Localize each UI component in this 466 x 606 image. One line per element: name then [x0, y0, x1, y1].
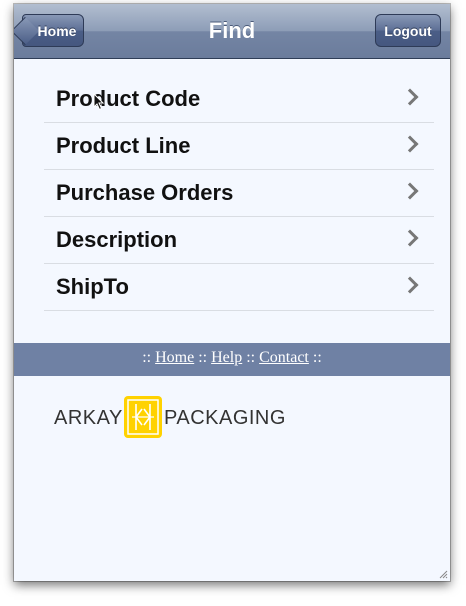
mouse-cursor-icon — [93, 93, 105, 111]
chevron-right-icon — [401, 276, 419, 294]
chevron-right-icon — [401, 88, 419, 106]
footer-contact-link[interactable]: Contact — [259, 349, 309, 366]
footer-separator: :: — [194, 349, 212, 366]
logo-word-packaging: PACKAGING — [164, 407, 286, 429]
footer-separator: :: — [242, 349, 260, 366]
footer-help-link[interactable]: Help — [211, 349, 242, 366]
toolbar: Home Find Logout — [14, 4, 450, 59]
menu-item-label: ShipTo — [56, 274, 129, 299]
app-window: Home Find Logout Product Code Product Li… — [14, 4, 450, 581]
footer-separator: :: — [142, 349, 156, 366]
arkay-packaging-logo: ARKAY PACKAGING — [54, 396, 354, 440]
footer-separator: :: — [308, 349, 322, 366]
menu-item-label: Product Code — [56, 86, 201, 111]
find-menu: Product Code Product Line Purchase Order… — [44, 76, 434, 311]
logo-mark-icon — [124, 396, 162, 438]
menu-item-label: Purchase Orders — [56, 180, 234, 205]
menu-item-description[interactable]: Description — [44, 217, 434, 264]
menu-item-shipto[interactable]: ShipTo — [44, 264, 434, 311]
footer-nav: :: Home :: Help :: Contact :: — [14, 343, 450, 376]
chevron-right-icon — [401, 135, 419, 153]
menu-item-label: Description — [56, 227, 178, 252]
logo-word-arkay: ARKAY — [54, 407, 123, 429]
menu-item-purchase-orders[interactable]: Purchase Orders — [44, 170, 434, 217]
chevron-right-icon — [401, 229, 419, 247]
footer-home-link[interactable]: Home — [155, 349, 194, 366]
chevron-right-icon — [401, 182, 419, 200]
menu-item-label: Product Line — [56, 133, 191, 158]
logout-button[interactable]: Logout — [375, 14, 441, 47]
menu-item-product-line[interactable]: Product Line — [44, 123, 434, 170]
home-button-label: Home — [37, 23, 77, 39]
resize-grip-icon[interactable] — [438, 569, 448, 579]
